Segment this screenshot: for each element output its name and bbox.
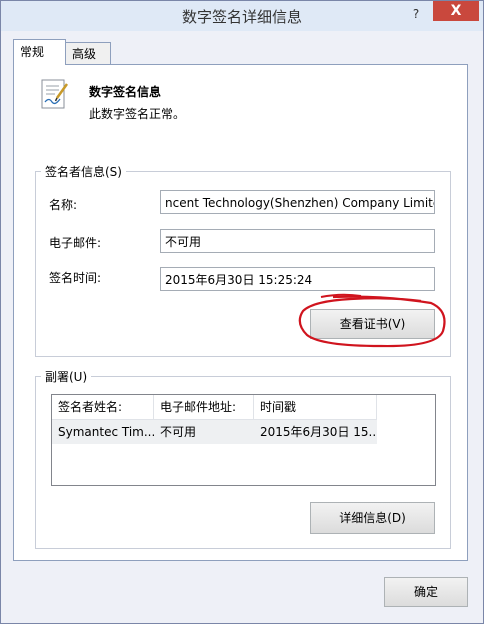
list-item[interactable]: Symantec Tim... 不可用 2015年6月30日 15... xyxy=(52,420,377,444)
tab-advanced[interactable]: 高级 xyxy=(65,42,111,64)
cell-timestamp: 2015年6月30日 15... xyxy=(260,425,377,439)
email-label: 电子邮件: xyxy=(49,236,102,250)
email-field[interactable]: 不可用 xyxy=(160,229,435,253)
name-label: 名称: xyxy=(49,198,78,212)
signer-group-label: 签名者信息(S) xyxy=(41,163,126,180)
info-status: 此数字签名正常。 xyxy=(89,107,186,121)
column-timestamp[interactable]: 时间戳 xyxy=(254,395,377,419)
name-field[interactable]: ncent Technology(Shenzhen) Company Limit… xyxy=(160,190,435,214)
close-button[interactable]: X xyxy=(433,1,479,21)
tab-advanced-label: 高级 xyxy=(72,47,97,61)
help-button[interactable]: ? xyxy=(409,5,423,23)
title-bar[interactable]: 数字签名详细信息 ? X xyxy=(1,1,483,31)
cell-signer-name: Symantec Tim... xyxy=(58,425,154,439)
view-certificate-button[interactable]: 查看证书(V) xyxy=(310,309,435,339)
dialog-window: 数字签名详细信息 ? X 常规 高级 数字签名信息 此数字签名正常。 签名者信息… xyxy=(0,0,484,624)
tab-general-label: 常规 xyxy=(20,45,45,59)
ok-button[interactable]: 确定 xyxy=(384,577,468,607)
countersign-list[interactable]: 签名者姓名: 电子邮件地址: 时间戳 Symantec Tim... 不可用 2… xyxy=(51,394,436,486)
tab-general[interactable]: 常规 xyxy=(13,39,66,65)
signing-time-field[interactable]: 2015年6月30日 15:25:24 xyxy=(160,267,435,291)
list-header: 签名者姓名: 电子邮件地址: 时间戳 xyxy=(52,395,377,420)
details-button[interactable]: 详细信息(D) xyxy=(310,502,435,534)
certificate-icon xyxy=(41,79,69,109)
column-email[interactable]: 电子邮件地址: xyxy=(154,395,254,419)
info-title: 数字签名信息 xyxy=(89,85,162,99)
cell-email: 不可用 xyxy=(160,425,197,439)
countersign-group-label: 副署(U) xyxy=(41,368,92,385)
signing-time-label: 签名时间: xyxy=(49,271,102,285)
column-signer-name[interactable]: 签名者姓名: xyxy=(52,395,154,419)
